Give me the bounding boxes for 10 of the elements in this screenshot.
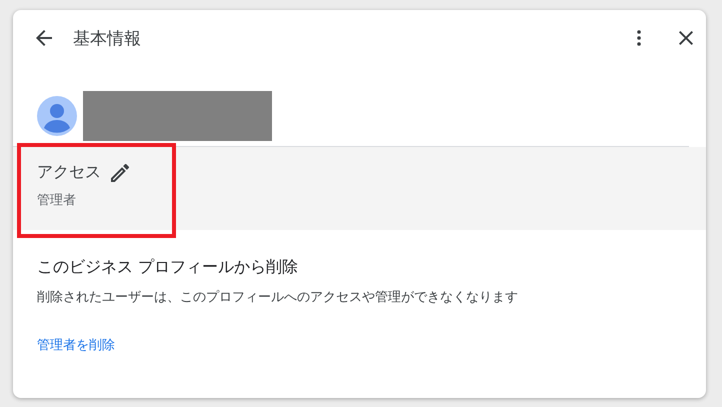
dialog-title: 基本情報 bbox=[73, 28, 141, 50]
access-value: 管理者 bbox=[37, 192, 77, 209]
close-icon[interactable] bbox=[679, 31, 693, 45]
remove-admin-link[interactable]: 管理者を削除 bbox=[37, 336, 115, 354]
section-description: 削除されたユーザーは、このプロフィールへのアクセスや管理ができなくなります bbox=[37, 289, 519, 306]
pencil-icon[interactable] bbox=[111, 164, 129, 182]
section-heading: このビジネス プロフィールから削除 bbox=[37, 257, 300, 278]
access-label: アクセス bbox=[37, 162, 101, 183]
avatar-icon bbox=[37, 96, 77, 136]
more-options-icon[interactable] bbox=[637, 30, 641, 46]
